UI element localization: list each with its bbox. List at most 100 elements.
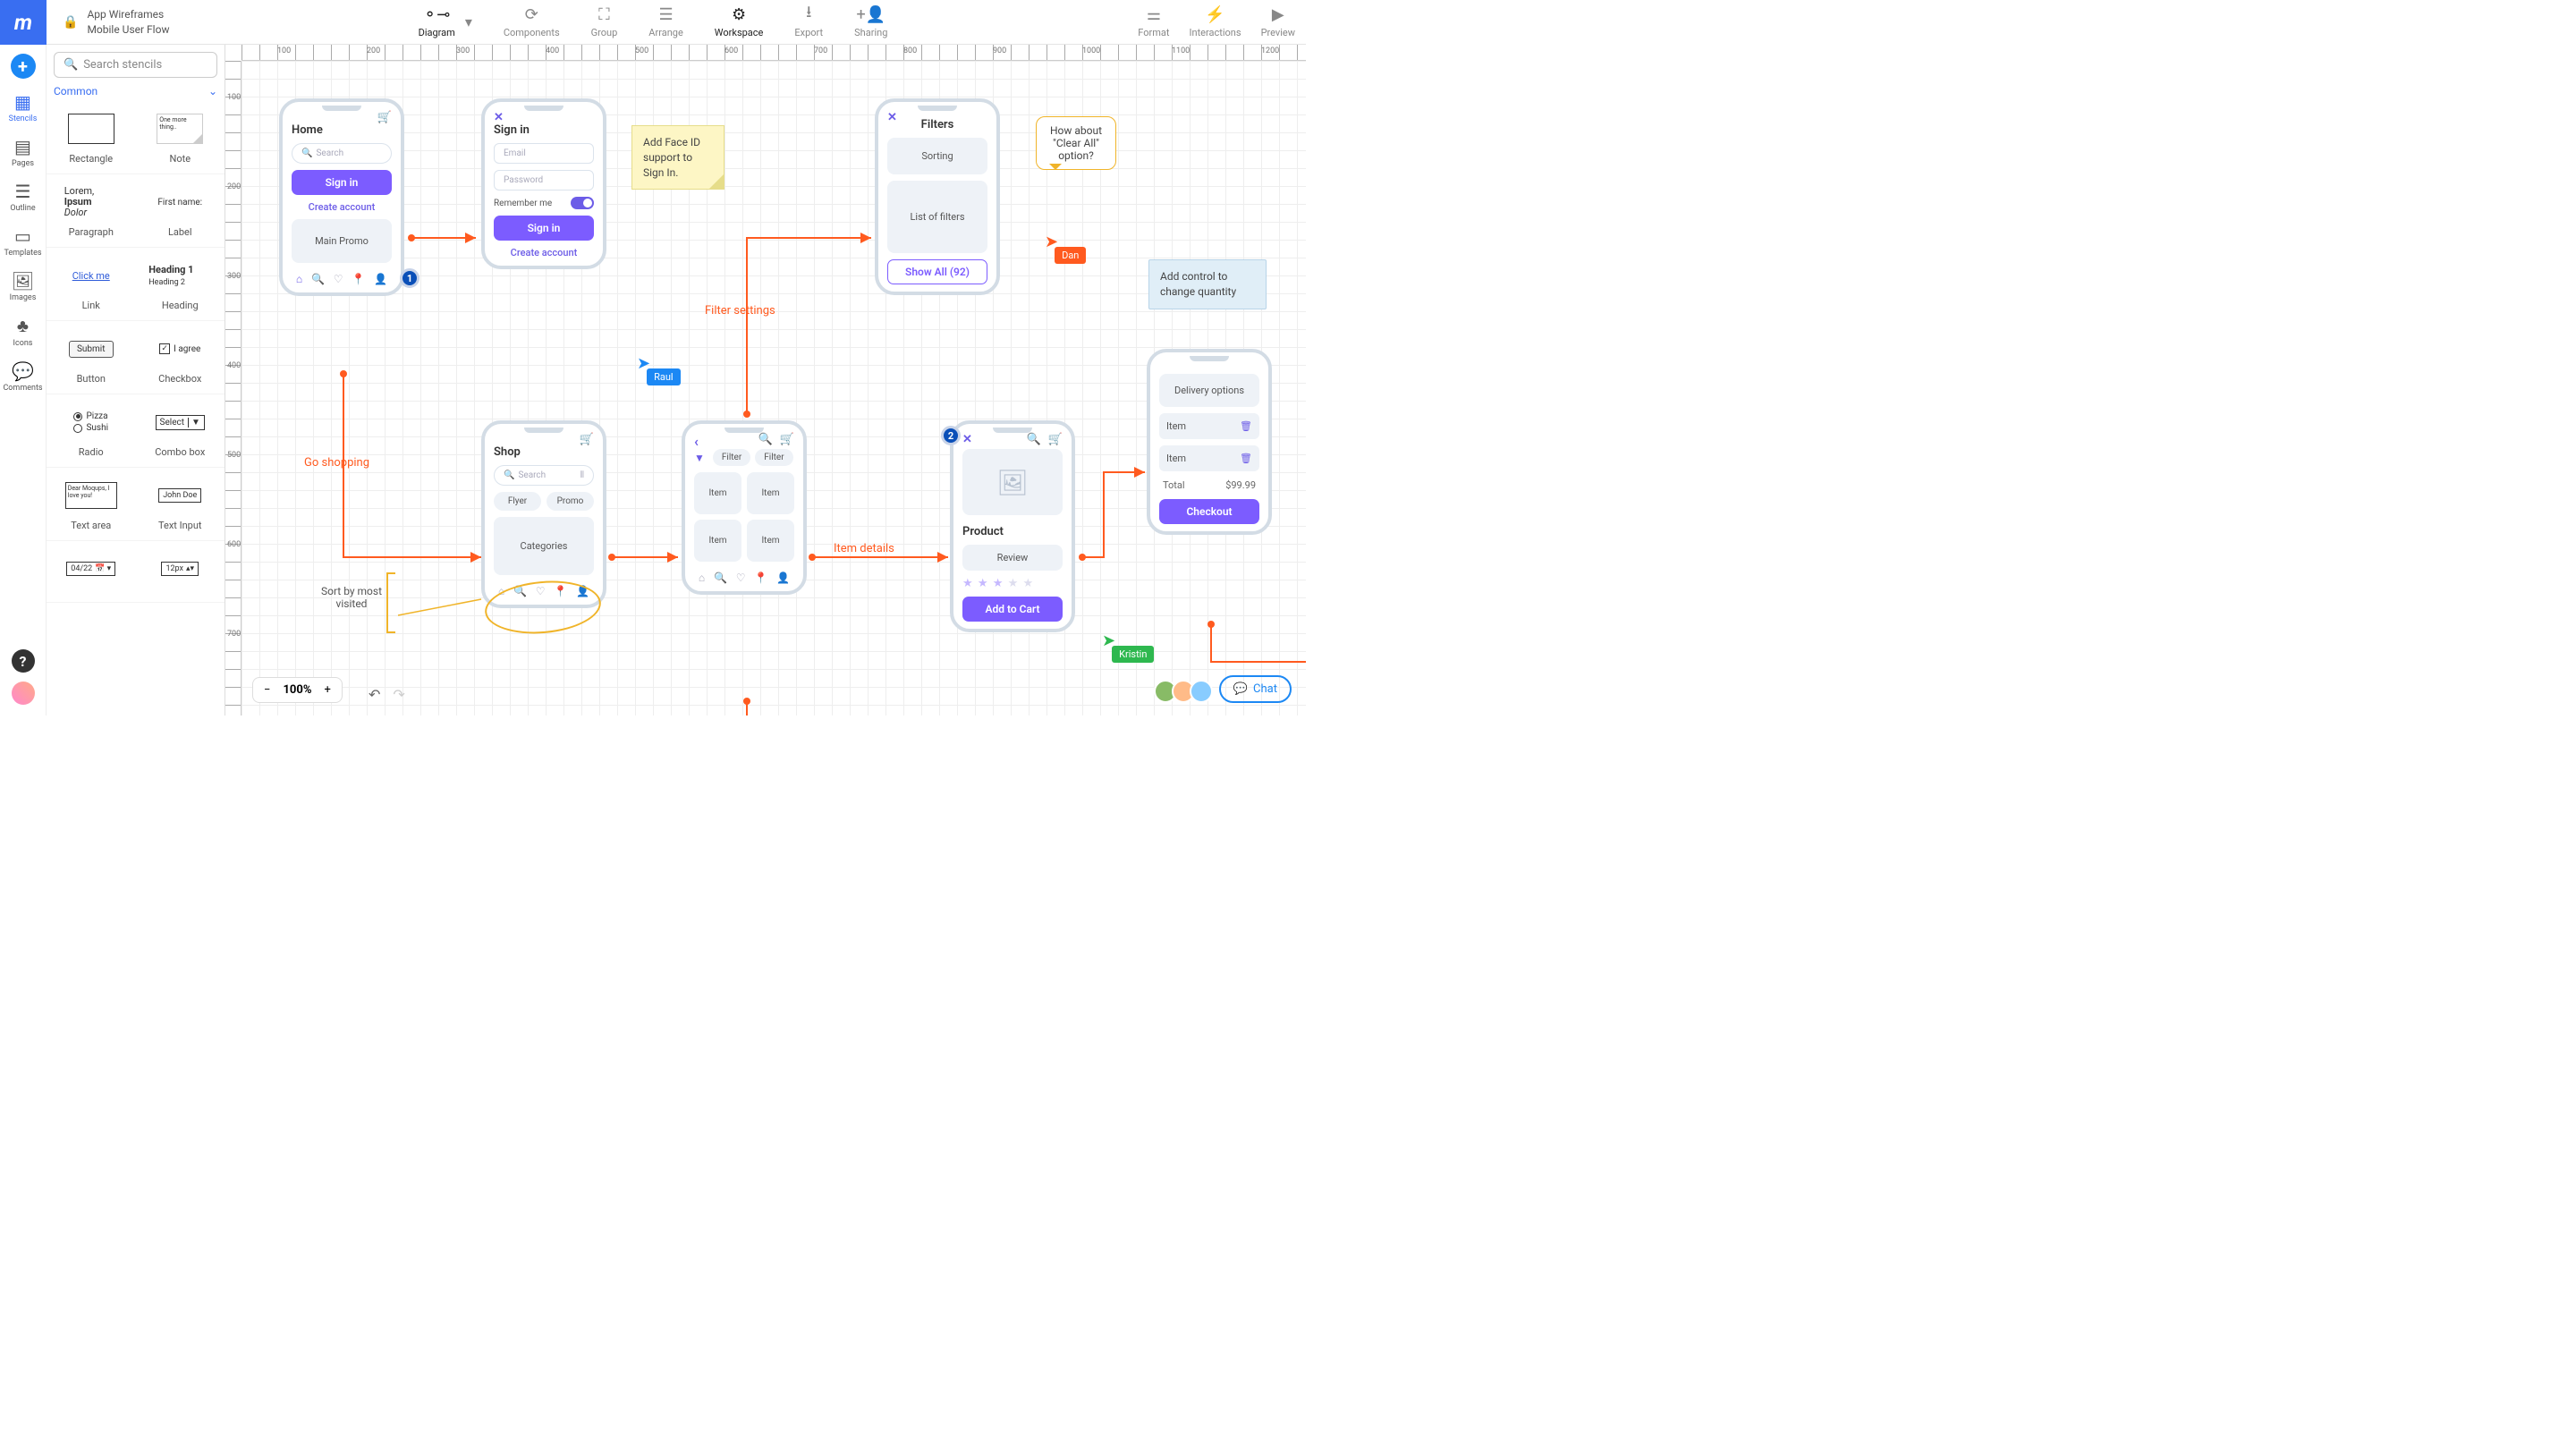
- home-icon[interactable]: ⌂: [699, 572, 705, 584]
- callout-clearall[interactable]: How about "Clear All" option?: [1036, 116, 1116, 170]
- rail-icons[interactable]: ♣Icons: [13, 315, 33, 348]
- search-tab-icon[interactable]: 🔍: [714, 572, 727, 584]
- collaborator-avatars[interactable]: [1159, 680, 1213, 703]
- cart-icon[interactable]: 🛒: [377, 111, 392, 124]
- home-icon[interactable]: ⌂: [296, 273, 302, 285]
- heart-icon[interactable]: ♡: [334, 273, 343, 285]
- zoom-out[interactable]: −: [264, 683, 270, 697]
- user-icon[interactable]: 👤: [776, 572, 790, 584]
- shop-promo[interactable]: Promo: [547, 492, 594, 511]
- rail-images[interactable]: 🖼Images: [10, 270, 37, 302]
- heart-icon[interactable]: ♡: [536, 585, 546, 597]
- filter-chip-2[interactable]: Filter: [755, 449, 792, 466]
- filters-list[interactable]: List of filters: [887, 181, 987, 253]
- stencil-paragraph[interactable]: Lorem,IpsumDolorParagraph: [47, 174, 136, 248]
- signin-create-link[interactable]: Create account: [494, 247, 594, 258]
- toolbar-diagram[interactable]: ⚬⊸Diagram: [419, 5, 455, 38]
- zoom-control[interactable]: −100%+: [252, 677, 343, 703]
- pin-icon[interactable]: 📍: [754, 572, 767, 584]
- rail-outline[interactable]: ☰Outline: [10, 181, 35, 213]
- home-create-link[interactable]: Create account: [292, 201, 392, 213]
- user-avatar[interactable]: [12, 682, 35, 705]
- toolbar-export[interactable]: ⭳Export: [794, 5, 823, 38]
- heart-icon[interactable]: ♡: [736, 572, 746, 584]
- item-card[interactable]: Item: [694, 472, 741, 514]
- rail-comments[interactable]: 💬Comments: [3, 360, 42, 393]
- sticky-note[interactable]: Add Face ID support to Sign In.: [631, 125, 724, 190]
- search-tab-icon[interactable]: 🔍: [311, 273, 325, 285]
- redo-button[interactable]: ↷: [393, 686, 404, 703]
- doc-folder[interactable]: App Wireframes: [87, 7, 169, 22]
- toolbar-interactions[interactable]: ⚡Interactions: [1190, 5, 1241, 38]
- signin-email[interactable]: Email: [494, 143, 594, 164]
- stencil-datepicker[interactable]: 04/22📅 ▾: [47, 541, 136, 603]
- canvas[interactable]: 100200300400500600700800900100011001200 …: [225, 45, 1306, 716]
- chevron-down-icon[interactable]: ▾: [465, 13, 472, 30]
- shop-tabbar[interactable]: ⌂🔍♡📍👤: [494, 585, 594, 597]
- search-icon[interactable]: 🔍: [758, 433, 773, 446]
- toolbar-group[interactable]: ⛶Group: [591, 5, 618, 38]
- home-signin-button[interactable]: Sign in: [292, 170, 392, 195]
- stencil-category-select[interactable]: Common⌄: [54, 85, 217, 97]
- shop-categories[interactable]: Categories: [494, 517, 594, 575]
- filters-sorting[interactable]: Sorting: [887, 138, 987, 174]
- pin-icon[interactable]: 📍: [554, 585, 567, 597]
- rail-stencils[interactable]: ▦Stencils: [9, 91, 38, 123]
- home-tabbar[interactable]: ⌂ 🔍 ♡ 📍 👤: [292, 273, 392, 285]
- signin-password[interactable]: Password: [494, 170, 594, 191]
- rail-templates[interactable]: ▭Templates: [4, 225, 41, 258]
- phone-items[interactable]: ‹ 🔍🛒 ▼FilterFilter Item Item Item Item ⌂…: [682, 420, 807, 595]
- add-to-cart-button[interactable]: Add to Cart: [962, 597, 1063, 622]
- filter-icon[interactable]: ▼: [694, 452, 705, 464]
- stencil-checkbox[interactable]: ✓I agreeCheckbox: [136, 321, 225, 394]
- toolbar-workspace[interactable]: ⚙Workspace: [715, 5, 764, 38]
- phone-product[interactable]: ✕ 🔍🛒 🖼 Product Review ★ ★ ★ ★ ★ Add to C…: [950, 420, 1075, 632]
- phone-shop[interactable]: 🛒 Shop 🔍Search⫴ FlyerPromo Categories ⌂🔍…: [481, 420, 606, 608]
- rail-pages[interactable]: ▤Pages: [12, 136, 34, 168]
- back-icon[interactable]: ‹: [694, 433, 699, 450]
- search-tab-icon[interactable]: 🔍: [513, 585, 527, 597]
- doc-title[interactable]: Mobile User Flow: [87, 22, 169, 38]
- chat-button[interactable]: 💬Chat: [1219, 675, 1292, 703]
- toolbar-sharing[interactable]: +👤Sharing: [854, 5, 887, 38]
- help-button[interactable]: ?: [12, 649, 35, 673]
- product-review[interactable]: Review: [962, 545, 1063, 571]
- filters-showall[interactable]: Show All (92): [887, 259, 987, 284]
- user-icon[interactable]: 👤: [374, 273, 387, 285]
- trash-icon[interactable]: 🗑: [1240, 453, 1252, 464]
- search-icon[interactable]: 🔍: [1027, 433, 1041, 446]
- close-icon[interactable]: ✕: [887, 111, 897, 124]
- note-quantity[interactable]: Add control to change quantity: [1148, 259, 1267, 309]
- app-logo[interactable]: m: [0, 0, 47, 45]
- stencil-textarea[interactable]: Dear Moqups, I love you!Text area: [47, 468, 136, 541]
- phone-delivery[interactable]: Delivery options Item🗑 Item🗑 Total$99.99…: [1147, 349, 1272, 535]
- stencil-link[interactable]: Click meLink: [47, 248, 136, 321]
- stencil-radio[interactable]: PizzaSushiRadio: [47, 394, 136, 468]
- toolbar-preview[interactable]: ▶Preview: [1261, 5, 1295, 38]
- signin-remember[interactable]: Remember me: [494, 197, 594, 209]
- toolbar-format[interactable]: ⚌Format: [1138, 5, 1169, 38]
- cart-icon[interactable]: 🛒: [580, 433, 594, 446]
- stencil-heading[interactable]: Heading 1Heading 2Heading: [136, 248, 225, 321]
- mic-icon[interactable]: ⫴: [580, 470, 584, 480]
- toolbar-components[interactable]: ⟳Components: [504, 5, 560, 38]
- stencil-numeric[interactable]: 12px▴▾: [136, 541, 225, 603]
- toggle-icon[interactable]: [571, 197, 594, 209]
- cart-icon[interactable]: 🛒: [1048, 433, 1063, 446]
- filter-chip-1[interactable]: Filter: [713, 449, 750, 466]
- home-search[interactable]: 🔍Search: [292, 143, 392, 164]
- pin-icon[interactable]: 📍: [352, 273, 365, 285]
- shop-search[interactable]: 🔍Search⫴: [494, 465, 594, 486]
- items-tabbar[interactable]: ⌂ 🔍 ♡ 📍 👤: [694, 572, 794, 584]
- zoom-in[interactable]: +: [324, 683, 330, 697]
- search-stencils-input[interactable]: 🔍Search stencils: [54, 52, 217, 78]
- stencil-rectangle[interactable]: Rectangle: [47, 101, 136, 174]
- checkout-button[interactable]: Checkout: [1159, 499, 1259, 524]
- signin-button[interactable]: Sign in: [494, 216, 594, 241]
- item-card[interactable]: Item: [694, 520, 741, 562]
- shop-flyer[interactable]: Flyer: [494, 492, 541, 511]
- stencil-note[interactable]: One more thing..Note: [136, 101, 225, 174]
- add-button[interactable]: +: [11, 54, 36, 79]
- item-card[interactable]: Item: [747, 472, 794, 514]
- product-rating[interactable]: ★ ★ ★ ★ ★: [962, 577, 1063, 590]
